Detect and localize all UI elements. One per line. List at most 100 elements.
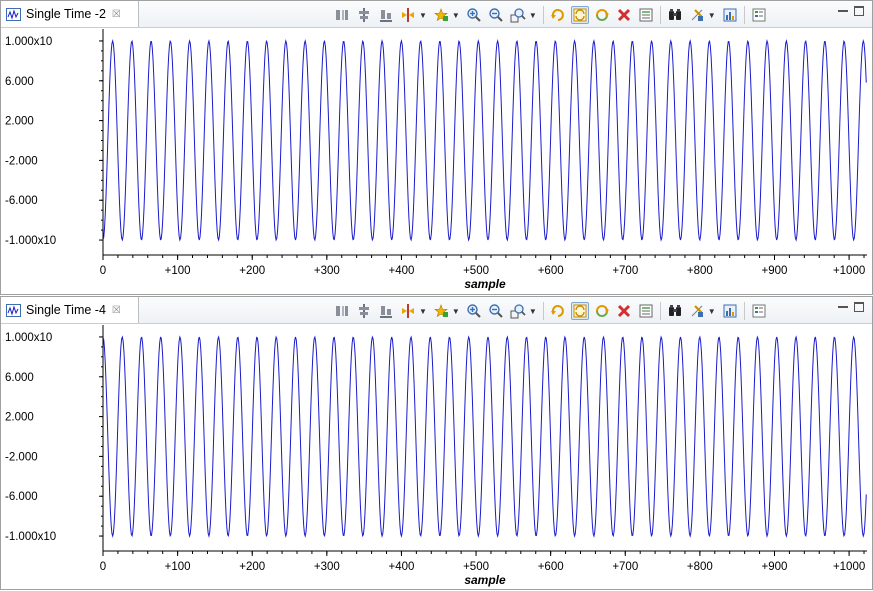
- dropdown-arrow-icon[interactable]: ▼: [708, 307, 716, 316]
- x-tick-label: +200: [239, 265, 265, 277]
- refresh-icon[interactable]: [549, 302, 567, 320]
- x-tick-label: +600: [538, 265, 564, 277]
- x-tick-label: +700: [612, 265, 638, 277]
- y-tick-label: -2.000: [5, 155, 38, 167]
- x-tick-label: +100: [165, 561, 191, 573]
- graph-tab-title: Single Time -4: [26, 303, 106, 317]
- list-icon[interactable]: [637, 302, 655, 320]
- list-icon[interactable]: [637, 6, 655, 24]
- y-tick-label: -6.000: [5, 491, 38, 503]
- maximize-icon[interactable]: [854, 302, 864, 312]
- graph-tab[interactable]: Single Time -2 ☒: [1, 1, 139, 27]
- dropdown-arrow-icon[interactable]: ▼: [708, 11, 716, 20]
- close-tab-icon[interactable]: ☒: [112, 9, 121, 20]
- x-tick-label: +900: [762, 561, 788, 573]
- legend-icon[interactable]: [750, 6, 768, 24]
- chart-properties-icon[interactable]: [721, 6, 739, 24]
- sync-icon[interactable]: [570, 6, 589, 24]
- tab-bar: Single Time -4 ☒ ▼ ▼ ▼ ▼: [1, 297, 872, 324]
- dropdown-arrow-icon[interactable]: ▼: [452, 11, 460, 20]
- y-tick-label: 6.000: [5, 372, 34, 384]
- x-tick-label: +900: [762, 265, 788, 277]
- align-bottom-icon[interactable]: [377, 6, 395, 24]
- refresh-icon[interactable]: [549, 6, 567, 24]
- x-tick-label: +500: [463, 265, 489, 277]
- dropdown-arrow-icon[interactable]: ▼: [452, 307, 460, 316]
- y-tick-label: -1.000x10: [5, 531, 56, 543]
- rotate-icon[interactable]: [593, 302, 611, 320]
- y-tick-label: 1.000x10: [5, 36, 52, 48]
- x-tick-label: +600: [538, 561, 564, 573]
- delete-icon[interactable]: [615, 302, 633, 320]
- toolbar-separator: [659, 302, 661, 320]
- maximize-icon[interactable]: [854, 6, 864, 16]
- x-tick-label: +800: [687, 561, 713, 573]
- legend-icon[interactable]: [750, 302, 768, 320]
- x-tick-label: +300: [314, 561, 340, 573]
- view-window-controls: [832, 302, 864, 312]
- x-axis-label: sample: [464, 277, 506, 291]
- dropdown-arrow-icon[interactable]: ▼: [419, 307, 427, 316]
- zoom-fit-icon[interactable]: [509, 302, 527, 320]
- x-tick-label: +100: [165, 265, 191, 277]
- time-plot[interactable]: 1.000x10 6.000 2.000 -2.000 -6.000 -1.000x10 0…: [1, 324, 872, 590]
- toolbar-separator: [743, 6, 745, 24]
- add-item-icon[interactable]: [432, 6, 450, 24]
- graph-view-2: Single Time -4 ☒ ▼ ▼ ▼ ▼ 1.000x10 6.000 2.000 -2.…: [0, 296, 873, 590]
- graph-toolbar: ▼ ▼ ▼ ▼: [333, 5, 772, 25]
- y-tick-label: 6.000: [5, 76, 34, 88]
- zoom-out-icon[interactable]: [487, 6, 505, 24]
- y-tick-label: -2.000: [5, 451, 38, 463]
- toolbar-separator: [659, 6, 661, 24]
- zoom-in-icon[interactable]: [465, 6, 483, 24]
- time-plot[interactable]: 1.000x10 6.000 2.000 -2.000 -6.000 -1.000x10 0…: [1, 28, 872, 294]
- x-tick-label: +1000: [833, 561, 865, 573]
- y-tick-label: 1.000x10: [5, 332, 52, 344]
- align-center-icon[interactable]: [355, 302, 373, 320]
- binoculars-icon[interactable]: [666, 302, 684, 320]
- pin-icon[interactable]: [688, 302, 706, 320]
- graph-view-1: Single Time -2 ☒ ▼ ▼ ▼ ▼ 1.000x10 6.000 2.000 -2.…: [0, 0, 873, 295]
- graph-toolbar: ▼ ▼ ▼ ▼: [333, 301, 772, 321]
- cursor-marker-icon[interactable]: [399, 6, 417, 24]
- chart-properties-icon[interactable]: [721, 302, 739, 320]
- zoom-fit-icon[interactable]: [509, 6, 527, 24]
- x-tick-label: +1000: [833, 265, 865, 277]
- signal-series-line: [102, 335, 867, 538]
- dropdown-arrow-icon[interactable]: ▼: [419, 11, 427, 20]
- cursor-marker-icon[interactable]: [399, 302, 417, 320]
- x-tick-label: +800: [687, 265, 713, 277]
- align-bottom-icon[interactable]: [377, 302, 395, 320]
- zoom-in-icon[interactable]: [465, 302, 483, 320]
- minimize-icon[interactable]: [838, 6, 848, 12]
- column-layout-icon[interactable]: [333, 6, 351, 24]
- pin-icon[interactable]: [688, 6, 706, 24]
- dropdown-arrow-icon[interactable]: ▼: [529, 307, 537, 316]
- y-tick-label: -6.000: [5, 195, 38, 207]
- view-window-controls: [832, 6, 864, 16]
- rotate-icon[interactable]: [593, 6, 611, 24]
- zoom-out-icon[interactable]: [487, 302, 505, 320]
- binoculars-icon[interactable]: [666, 6, 684, 24]
- graph-tab-icon: [6, 7, 21, 21]
- close-tab-icon[interactable]: ☒: [112, 305, 121, 316]
- x-tick-label: +200: [239, 561, 265, 573]
- x-axis-label: sample: [464, 573, 506, 587]
- x-tick-label: 0: [100, 265, 106, 277]
- y-tick-label: -1.000x10: [5, 235, 56, 247]
- x-tick-label: 0: [100, 561, 106, 573]
- y-tick-label: 2.000: [5, 116, 34, 128]
- signal-series-line: [102, 39, 867, 242]
- delete-icon[interactable]: [615, 6, 633, 24]
- graph-tab[interactable]: Single Time -4 ☒: [1, 297, 139, 323]
- toolbar-separator: [542, 302, 544, 320]
- sync-icon[interactable]: [570, 302, 589, 320]
- column-layout-icon[interactable]: [333, 302, 351, 320]
- tab-bar: Single Time -2 ☒ ▼ ▼ ▼ ▼: [1, 1, 872, 28]
- dropdown-arrow-icon[interactable]: ▼: [529, 11, 537, 20]
- align-center-icon[interactable]: [355, 6, 373, 24]
- x-tick-label: +700: [612, 561, 638, 573]
- x-tick-label: +500: [463, 561, 489, 573]
- minimize-icon[interactable]: [838, 302, 848, 308]
- add-item-icon[interactable]: [432, 302, 450, 320]
